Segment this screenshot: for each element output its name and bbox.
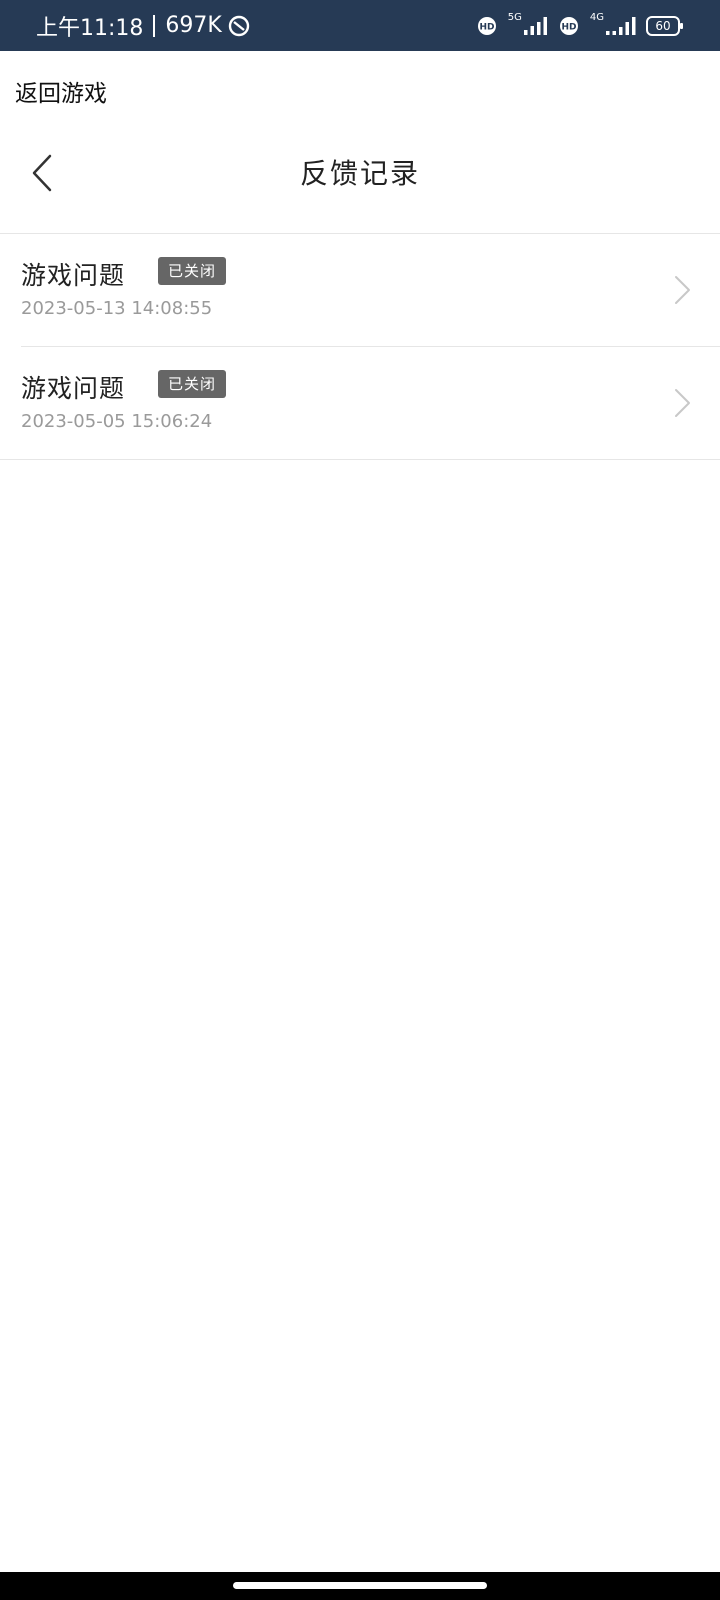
network-speed: 697K <box>165 13 222 38</box>
hd-label: HD <box>561 22 576 32</box>
network-type-label: 5G <box>507 12 522 23</box>
nav-bar: 反馈记录 <box>0 130 720 234</box>
signal-icon <box>523 16 547 35</box>
gesture-bar <box>0 1572 720 1600</box>
feedback-time: 2023-05-13 14:08:55 <box>21 298 213 319</box>
feedback-time: 2023-05-05 15:06:24 <box>21 411 213 432</box>
status-left: 上午11:18 697K <box>36 0 250 51</box>
hd-voice-icon: HD <box>477 16 496 35</box>
status-time: 上午11:18 <box>36 15 144 41</box>
status-badge: 已关闭 <box>158 370 227 398</box>
chevron-right-icon <box>675 276 690 304</box>
feedback-title: 游戏问题 <box>21 374 126 403</box>
page-title: 反馈记录 <box>299 157 420 190</box>
feedback-list: 游戏问题 已关闭 2023-05-13 14:08:55 游戏问题 已关闭 20… <box>0 234 720 460</box>
status-bar: 上午11:18 697K HD 5G HD 4G 60 <box>0 0 720 51</box>
signal-icon <box>606 16 636 35</box>
divider <box>0 459 720 460</box>
feedback-item[interactable]: 游戏问题 已关闭 2023-05-13 14:08:55 <box>0 234 720 347</box>
battery-icon: 60 <box>646 15 683 36</box>
do-not-disturb-icon <box>228 15 250 36</box>
status-separator <box>153 14 156 37</box>
chevron-right-icon <box>675 389 690 417</box>
hd-voice-icon: HD <box>559 16 578 35</box>
hd-label: HD <box>479 22 494 32</box>
status-badge: 已关闭 <box>158 257 227 285</box>
network-type-label: 4G <box>589 12 604 23</box>
feedback-item[interactable]: 游戏问题 已关闭 2023-05-05 15:06:24 <box>0 347 720 460</box>
home-indicator[interactable] <box>233 1582 487 1589</box>
return-to-game-link[interactable]: 返回游戏 <box>15 74 107 108</box>
status-right: HD 5G HD 4G 60 <box>466 0 683 51</box>
feedback-title: 游戏问题 <box>21 261 126 290</box>
